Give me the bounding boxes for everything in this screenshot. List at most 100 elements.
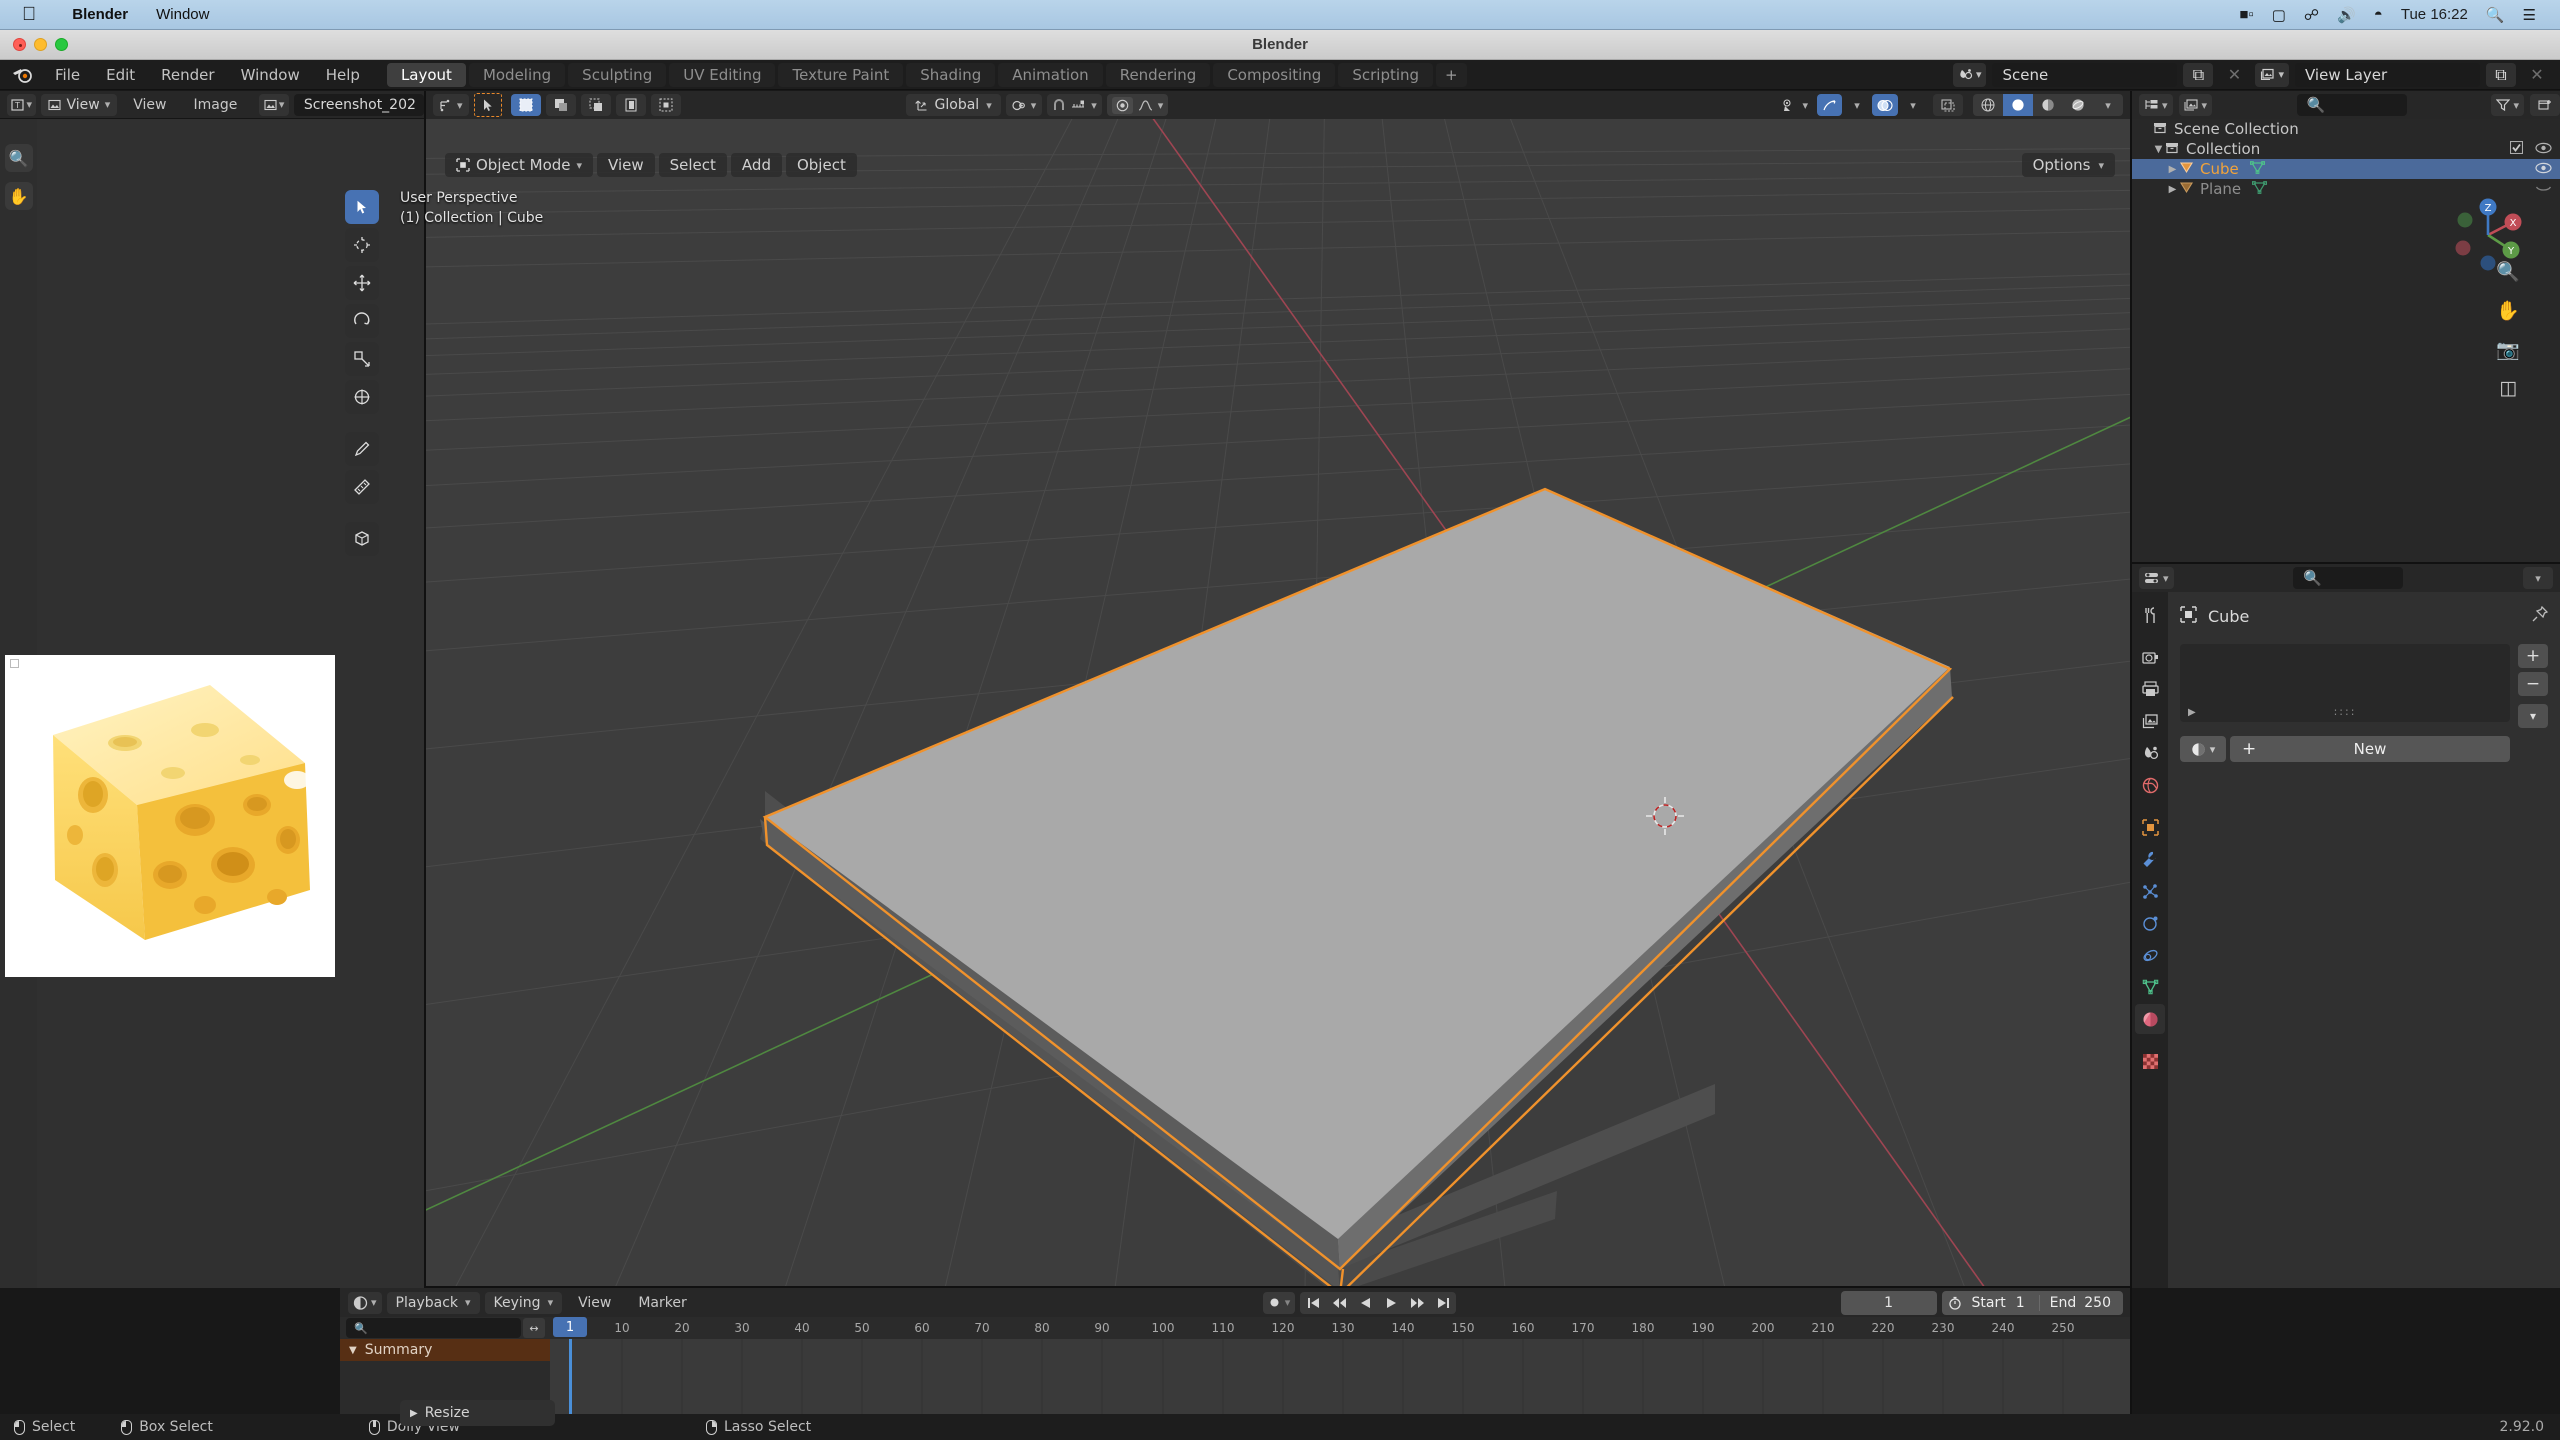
- image-canvas[interactable]: [5, 655, 335, 977]
- gizmo-icon[interactable]: [1817, 94, 1842, 116]
- tab-uv-editing[interactable]: UV Editing: [669, 62, 776, 87]
- measure-tool-icon[interactable]: [345, 470, 379, 504]
- tab-sculpting[interactable]: Sculpting: [568, 62, 667, 87]
- snapping-group[interactable]: ▾: [1047, 94, 1102, 116]
- material-browse-dropdown[interactable]: ▾: [2180, 736, 2226, 762]
- new-collection-icon[interactable]: [2530, 94, 2560, 116]
- select-subtract-icon[interactable]: [580, 94, 611, 116]
- pin-icon[interactable]: [2532, 605, 2549, 626]
- pivot-point-dropdown[interactable]: ▾: [1005, 94, 1043, 116]
- editor-divider[interactable]: [424, 91, 426, 1288]
- search-icon[interactable]: 🔍: [2486, 6, 2505, 24]
- tab-shading[interactable]: Shading: [906, 62, 996, 87]
- operator-panel[interactable]: ▶ Resize: [400, 1400, 555, 1426]
- transform-tool-icon[interactable]: [345, 380, 379, 414]
- duplicate-icon[interactable]: ⧉: [2486, 62, 2516, 87]
- properties-editor-type-icon[interactable]: ▾: [2139, 567, 2174, 589]
- chevron-right-icon[interactable]: ▶: [2166, 164, 2179, 175]
- new-material-button[interactable]: + New: [2230, 736, 2510, 762]
- overlays-icon[interactable]: [1872, 94, 1898, 116]
- timeline-editor-type-icon[interactable]: ▾: [348, 1291, 382, 1314]
- view-layer-name-field[interactable]: View Layer: [2295, 62, 2480, 87]
- material-slot-menu-button[interactable]: ▾: [2518, 704, 2548, 728]
- zoom-tool-icon[interactable]: 🔍: [4, 144, 33, 172]
- menu-blender[interactable]: Blender: [58, 6, 142, 23]
- tab-texture-paint[interactable]: Texture Paint: [778, 62, 904, 87]
- image-menu-view[interactable]: View: [122, 97, 177, 113]
- blender-logo-icon[interactable]: [10, 63, 36, 87]
- menu-window[interactable]: Window: [228, 60, 313, 90]
- xray-icon[interactable]: [1933, 94, 1963, 116]
- wireframe-icon[interactable]: [1973, 94, 2003, 116]
- jump-start-icon[interactable]: [1300, 1292, 1326, 1314]
- gizmo-dropdown-icon[interactable]: ▾: [1846, 94, 1868, 116]
- visibility-icon[interactable]: ▾: [1777, 94, 1813, 116]
- properties-tab-material[interactable]: [2135, 1004, 2165, 1034]
- camera-icon[interactable]: 📷: [2496, 338, 2520, 361]
- add-workspace-button[interactable]: +: [1436, 62, 1467, 87]
- view-layer-filter-icon[interactable]: ▾: [2178, 94, 2213, 116]
- timeline-ruler[interactable]: 🔍 ↔ 10 20 30 40 50 60 70 80 90 100 110 120 130 14…: [340, 1317, 2131, 1339]
- scale-tool-icon[interactable]: [345, 342, 379, 376]
- play-icon[interactable]: [1378, 1292, 1404, 1314]
- properties-tab-object[interactable]: [2135, 812, 2165, 842]
- properties-tab-output[interactable]: [2135, 674, 2165, 704]
- prev-keyframe-icon[interactable]: [1326, 1292, 1352, 1314]
- properties-tab-constraints[interactable]: [2135, 940, 2165, 970]
- add-material-slot-button[interactable]: +: [2518, 644, 2548, 668]
- close-icon[interactable]: ✕: [2219, 63, 2249, 87]
- select-intersect-icon[interactable]: [650, 94, 681, 116]
- properties-tab-world[interactable]: [2135, 770, 2165, 800]
- mesh-data-icon[interactable]: [2251, 180, 2268, 198]
- current-frame-field[interactable]: 1: [1840, 1290, 1937, 1315]
- pan-tool-icon[interactable]: ✋: [4, 182, 33, 210]
- tab-compositing[interactable]: Compositing: [1213, 62, 1336, 87]
- menu-window[interactable]: Window: [142, 6, 223, 23]
- tab-modeling[interactable]: Modeling: [468, 62, 566, 87]
- tab-rendering[interactable]: Rendering: [1105, 62, 1211, 87]
- proportional-edit-group[interactable]: ▾: [1106, 94, 1169, 116]
- menu-edit[interactable]: Edit: [93, 60, 148, 90]
- outliner-search-input[interactable]: 🔍: [2296, 94, 2407, 116]
- image-datablock-icon[interactable]: ▾: [259, 93, 289, 116]
- frame-end-value[interactable]: 250: [2084, 1295, 2123, 1311]
- properties-tab-tool[interactable]: [2135, 600, 2165, 630]
- timeline-menu-playback[interactable]: Playback ▾: [386, 1291, 480, 1314]
- grip-handle[interactable]: ::::: [2180, 705, 2510, 718]
- outliner-display-icon[interactable]: ▾: [2139, 94, 2173, 116]
- menu-render[interactable]: Render: [148, 60, 227, 90]
- viewport-menu-select[interactable]: Select: [658, 153, 727, 177]
- playhead-frame-label[interactable]: 1: [553, 1317, 587, 1337]
- outliner-row-collection[interactable]: ▼ Collection: [2132, 139, 2560, 159]
- box-select-icon[interactable]: [510, 94, 541, 116]
- solid-icon[interactable]: [2003, 94, 2033, 116]
- properties-tab-particles[interactable]: [2135, 876, 2165, 906]
- navigation-gizmo[interactable]: X Y Z: [2441, 188, 2536, 283]
- play-reverse-icon[interactable]: [1352, 1292, 1378, 1314]
- select-extend-icon[interactable]: [545, 94, 576, 116]
- viewport-menu-object[interactable]: Object: [785, 153, 857, 177]
- menu-file[interactable]: File: [42, 60, 93, 90]
- select-difference-icon[interactable]: [615, 94, 646, 116]
- properties-tab-render[interactable]: [2135, 642, 2165, 672]
- properties-tab-object-data[interactable]: [2135, 972, 2165, 1002]
- options-dropdown[interactable]: Options ▾: [2021, 153, 2115, 177]
- outliner-row-scene-collection[interactable]: Scene Collection: [2132, 119, 2560, 139]
- ortho-persp-icon[interactable]: ◫: [2499, 377, 2517, 399]
- pan-hand-icon[interactable]: ✋: [2496, 299, 2520, 322]
- viewport-menu-view[interactable]: View: [597, 153, 655, 177]
- rotate-tool-icon[interactable]: [345, 304, 379, 338]
- rendered-icon[interactable]: [2063, 94, 2093, 116]
- image-datablock-name[interactable]: Screenshot_202: [293, 93, 424, 116]
- outliner-row-cube[interactable]: ▶ Cube: [2132, 159, 2560, 179]
- close-icon[interactable]: ✕: [2522, 63, 2552, 87]
- tweak-select-mode-icon[interactable]: [473, 93, 502, 117]
- transform-orientation-dropdown[interactable]: Global ▾: [905, 94, 1001, 116]
- eye-icon[interactable]: [2535, 140, 2552, 158]
- properties-tab-texture[interactable]: [2135, 1046, 2165, 1076]
- viewlayer-icon[interactable]: ▾: [2255, 62, 2289, 87]
- scene-name-field[interactable]: Scene: [1992, 62, 2178, 87]
- frame-start-value[interactable]: 1: [2016, 1295, 2039, 1311]
- move-tool-icon[interactable]: [345, 266, 379, 300]
- eye-closed-icon[interactable]: [2535, 180, 2552, 198]
